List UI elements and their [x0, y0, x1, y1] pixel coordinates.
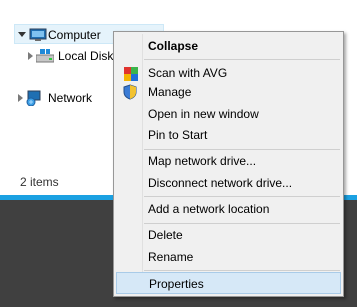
menu-item-properties[interactable]: Properties [116, 272, 341, 294]
context-menu: Collapse Scan with AVG Manage Open in ne… [113, 31, 344, 297]
menu-item-label: Manage [148, 85, 192, 99]
tree-item-label: Computer [48, 28, 101, 42]
drive-icon [35, 49, 55, 70]
menu-item-label: Disconnect network drive... [148, 176, 293, 190]
tree-item-label: Network [48, 91, 93, 105]
menu-item-label: Rename [148, 250, 194, 264]
menu-item-label: Delete [148, 228, 183, 242]
tree-item-network[interactable]: Network [14, 88, 114, 108]
menu-separator [144, 196, 340, 197]
expand-arrow-icon[interactable] [18, 32, 26, 37]
menu-item-rename[interactable]: Rename [116, 246, 341, 268]
menu-item-label: Add a network location [148, 202, 270, 216]
tree-item-local-disk[interactable]: Local Disk [26, 46, 126, 66]
expand-arrow-icon[interactable] [28, 52, 33, 60]
tree-item-label: Local Disk [58, 49, 114, 63]
menu-item-collapse[interactable]: Collapse [116, 35, 341, 57]
menu-item-delete[interactable]: Delete [116, 224, 341, 246]
menu-separator [144, 59, 340, 60]
menu-item-label: Properties [149, 277, 204, 291]
menu-item-map-network-drive[interactable]: Map network drive... [116, 150, 341, 172]
menu-item-label: Collapse [148, 39, 199, 53]
menu-item-label: Pin to Start [148, 128, 208, 142]
menu-item-label: Open in new window [148, 107, 259, 121]
menu-item-pin-to-start[interactable]: Pin to Start [116, 124, 341, 146]
computer-icon [29, 28, 47, 48]
menu-item-open-in-new-window[interactable]: Open in new window [116, 103, 341, 125]
expand-arrow-icon[interactable] [18, 94, 23, 102]
menu-item-disconnect-network-drive[interactable]: Disconnect network drive... [116, 172, 341, 194]
status-item-count: 2 items [20, 175, 59, 189]
menu-item-add-network-location[interactable]: Add a network location [116, 198, 341, 220]
menu-item-label: Map network drive... [148, 154, 257, 168]
network-icon [25, 90, 43, 112]
menu-item-manage[interactable]: Manage [116, 81, 341, 103]
menu-separator [144, 270, 340, 271]
